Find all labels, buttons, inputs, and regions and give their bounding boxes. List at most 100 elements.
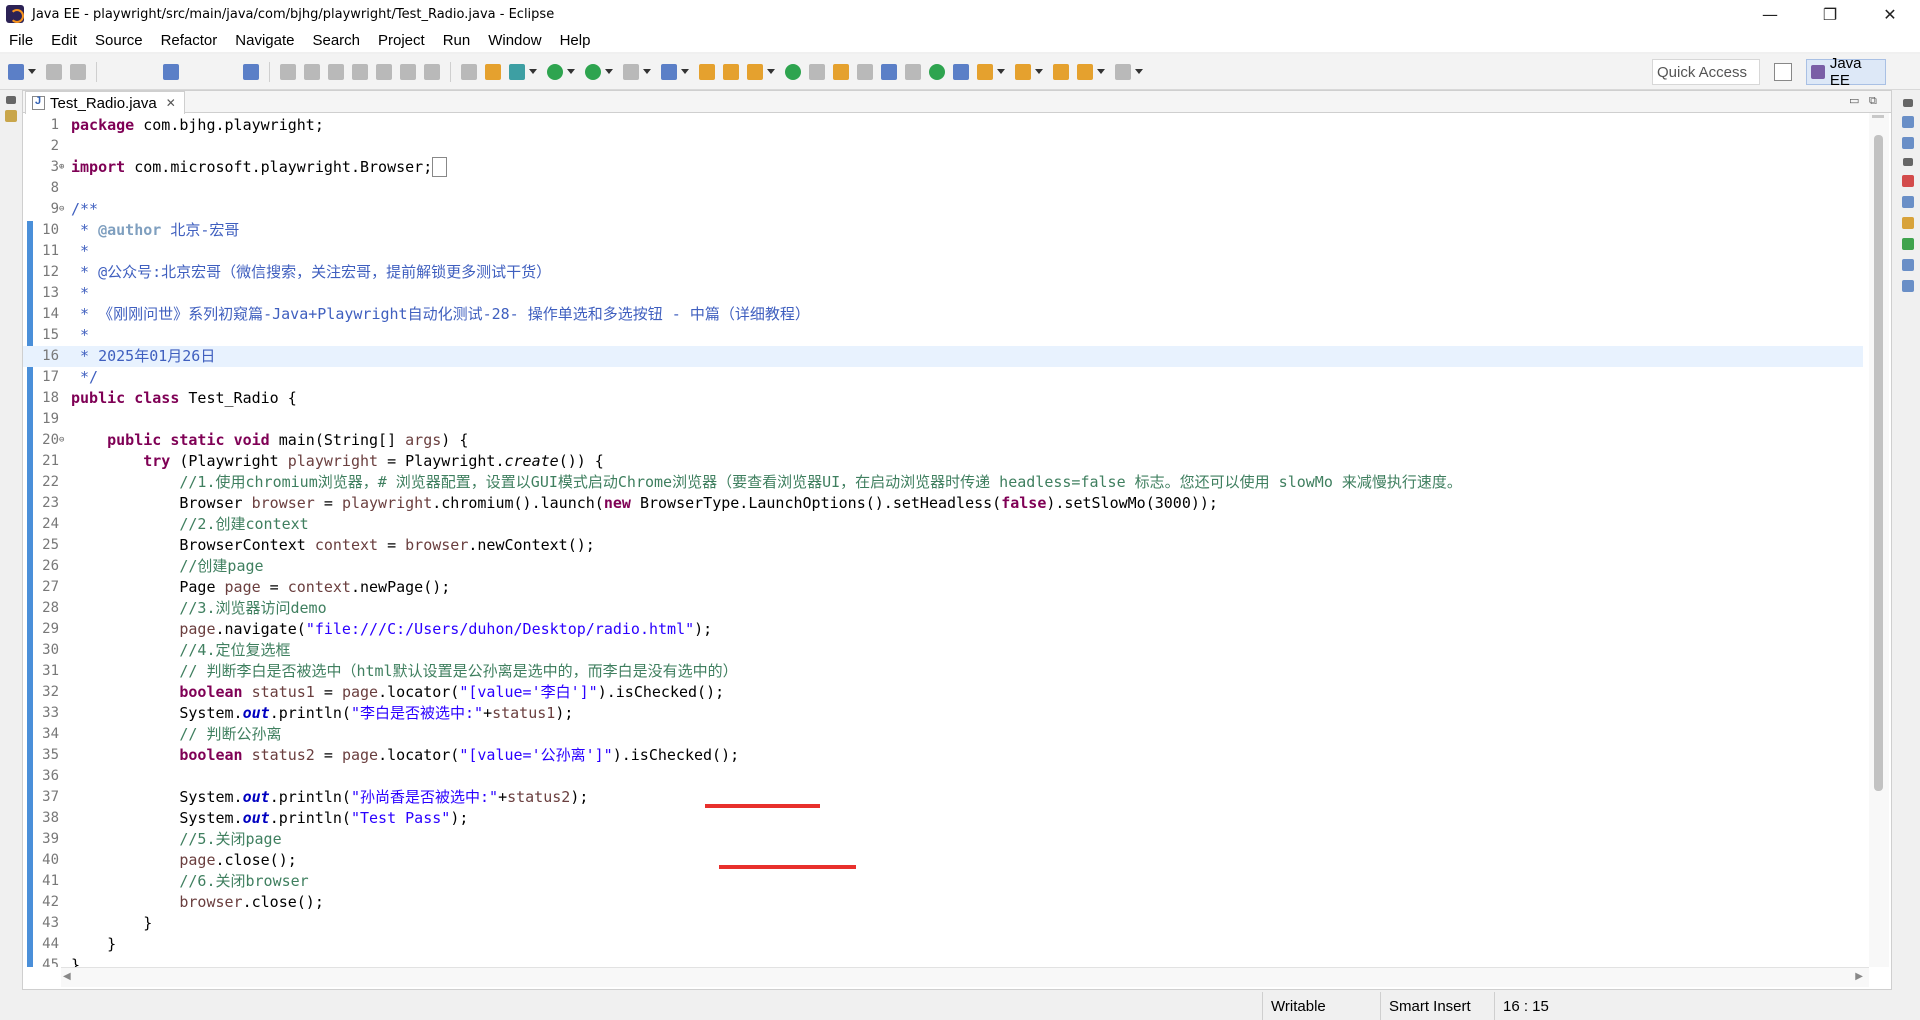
menu-window[interactable]: Window <box>479 32 550 49</box>
code-line[interactable]: 31 // 判断李白是否被选中（html默认设置是公孙离是选中的，而李白是没有选… <box>23 661 1863 682</box>
fold-toggle-icon[interactable]: ⊖ <box>59 430 64 451</box>
search-icon[interactable] <box>747 63 763 80</box>
web-browser-icon[interactable] <box>953 63 969 80</box>
code-line[interactable]: 8 <box>23 178 1863 199</box>
outline-icon[interactable] <box>1902 116 1914 128</box>
open-task-icon[interactable] <box>723 63 739 80</box>
highlight-icon[interactable] <box>833 63 849 80</box>
servers-icon[interactable] <box>1902 217 1914 229</box>
tab-test-radio[interactable]: Test_Radio.java ✕ <box>25 91 185 114</box>
external-tools-dropdown-icon[interactable] <box>643 68 651 75</box>
next-annotation-icon[interactable] <box>977 63 993 80</box>
code-line[interactable]: 35 boolean status2 = page.locator("[valu… <box>23 745 1863 766</box>
code-line[interactable]: 22 //1.使用chromium浏览器，# 浏览器配置，设置以GUI模式启动C… <box>23 472 1863 493</box>
run-coverage-icon[interactable] <box>585 63 601 80</box>
project-explorer-icon[interactable] <box>5 110 17 122</box>
close-button[interactable]: ✕ <box>1860 0 1920 28</box>
code-line[interactable]: 21 try (Playwright playwright = Playwrig… <box>23 451 1863 472</box>
open-perspective-icon[interactable] <box>1774 63 1792 81</box>
new-server-dropdown-icon[interactable] <box>681 68 689 75</box>
new-icon[interactable] <box>8 63 24 80</box>
code-line[interactable]: 23 Browser browser = playwright.chromium… <box>23 493 1863 514</box>
restore-icon[interactable] <box>6 96 16 104</box>
code-line[interactable]: 20 ⊖ public static void main(String[] arg… <box>23 430 1863 451</box>
external-tools-icon[interactable] <box>623 63 639 80</box>
code-line[interactable]: 1 package com.bjhg.playwright; <box>23 115 1863 136</box>
menu-refactor[interactable]: Refactor <box>152 32 227 49</box>
code-line[interactable]: 40 page.close(); <box>23 850 1863 871</box>
code-line[interactable]: 28 //3.浏览器访问demo <box>23 598 1863 619</box>
forward-icon[interactable] <box>1115 63 1131 80</box>
tab-close-icon[interactable]: ✕ <box>166 96 176 110</box>
code-line[interactable]: 34 // 判断公孙离 <box>23 724 1863 745</box>
minimize-editor-icon[interactable]: ▭ <box>1849 94 1859 107</box>
link-icon[interactable] <box>857 63 873 80</box>
menu-edit[interactable]: Edit <box>42 32 86 49</box>
snippets-icon[interactable] <box>1902 259 1914 271</box>
data-source-icon[interactable] <box>1902 238 1914 250</box>
code-line[interactable]: 24 //2.创建context <box>23 514 1863 535</box>
minimize-button[interactable]: — <box>1740 0 1800 28</box>
disconnect-icon[interactable] <box>352 63 368 80</box>
code-line[interactable]: 30 //4.定位复选框 <box>23 640 1863 661</box>
save-icon[interactable] <box>46 63 62 80</box>
block-selection-icon[interactable] <box>881 63 897 80</box>
code-line[interactable]: 18 public class Test_Radio { <box>23 388 1863 409</box>
new-server-icon[interactable] <box>661 63 677 80</box>
code-line[interactable]: 2 <box>23 136 1863 157</box>
step-return-icon[interactable] <box>424 63 440 80</box>
maximize-button[interactable]: ❐ <box>1800 0 1860 28</box>
build-icon[interactable] <box>485 63 501 80</box>
next-annotation-dropdown-icon[interactable] <box>997 68 1005 75</box>
menu-search[interactable]: Search <box>303 32 369 49</box>
fold-toggle-icon[interactable]: ⊖ <box>59 199 64 220</box>
forward-dropdown-icon[interactable] <box>1135 68 1143 75</box>
globe-icon[interactable] <box>929 63 945 80</box>
fold-toggle-icon[interactable]: ⊕ <box>59 157 64 178</box>
back-dropdown-icon[interactable] <box>1097 68 1105 75</box>
code-line[interactable]: 19 <box>23 409 1863 430</box>
code-line[interactable]: 10 * @author 北京-宏哥 <box>23 220 1863 241</box>
code-line[interactable]: 15 * <box>23 325 1863 346</box>
code-line[interactable]: 26 //创建page <box>23 556 1863 577</box>
code-line[interactable]: 44 } <box>23 934 1863 955</box>
run-icon[interactable] <box>547 63 563 80</box>
new-dropdown-icon[interactable] <box>28 68 36 75</box>
menu-run[interactable]: Run <box>434 32 480 49</box>
code-line[interactable]: 45} <box>23 955 1863 967</box>
last-edit-icon[interactable] <box>1053 63 1069 80</box>
code-line[interactable]: 37 System.out.println("孙尚香是否被选中:"+status… <box>23 787 1863 808</box>
properties-icon[interactable] <box>1902 196 1914 208</box>
code-line[interactable]: 32 boolean status1 = page.locator("[valu… <box>23 682 1863 703</box>
menu-project[interactable]: Project <box>369 32 434 49</box>
server-icon[interactable] <box>461 63 477 80</box>
code-line[interactable]: 17 */ <box>23 367 1863 388</box>
quick-access-input[interactable]: Quick Access <box>1652 59 1760 85</box>
resume-icon[interactable] <box>280 63 296 80</box>
suspend-icon[interactable] <box>304 63 320 80</box>
run-dropdown-icon[interactable] <box>567 68 575 75</box>
code-line[interactable]: 9 ⊖ /** <box>23 199 1863 220</box>
terminate-icon[interactable] <box>328 63 344 80</box>
annotation-icon[interactable] <box>785 63 801 80</box>
console-view-icon[interactable] <box>1902 280 1914 292</box>
scrollbar-thumb[interactable] <box>1874 135 1883 791</box>
search-dropdown-icon[interactable] <box>767 68 775 75</box>
debug-dropdown-icon[interactable] <box>529 68 537 75</box>
code-line[interactable]: 33 System.out.println("李白是否被选中:"+status1… <box>23 703 1863 724</box>
code-line[interactable]: 41 //6.关闭browser <box>23 871 1863 892</box>
code-line[interactable]: 13 * <box>23 283 1863 304</box>
code-line[interactable]: 38 System.out.println("Test Pass"); <box>23 808 1863 829</box>
coverage-dropdown-icon[interactable] <box>605 68 613 75</box>
code-line[interactable]: 11 * <box>23 241 1863 262</box>
code-line[interactable]: 43 } <box>23 913 1863 934</box>
save-all-icon[interactable] <box>70 63 86 80</box>
prev-annotation-dropdown-icon[interactable] <box>1035 68 1043 75</box>
code-line[interactable]: 29 page.navigate("file:///C:/Users/duhon… <box>23 619 1863 640</box>
scroll-right-icon[interactable]: ▶ <box>1855 971 1863 982</box>
show-whitespace-icon[interactable] <box>905 63 921 80</box>
markers-icon[interactable] <box>1902 175 1914 187</box>
code-line[interactable]: 25 BrowserContext context = browser.newC… <box>23 535 1863 556</box>
step-over-icon[interactable] <box>400 63 416 80</box>
step-into-icon[interactable] <box>376 63 392 80</box>
